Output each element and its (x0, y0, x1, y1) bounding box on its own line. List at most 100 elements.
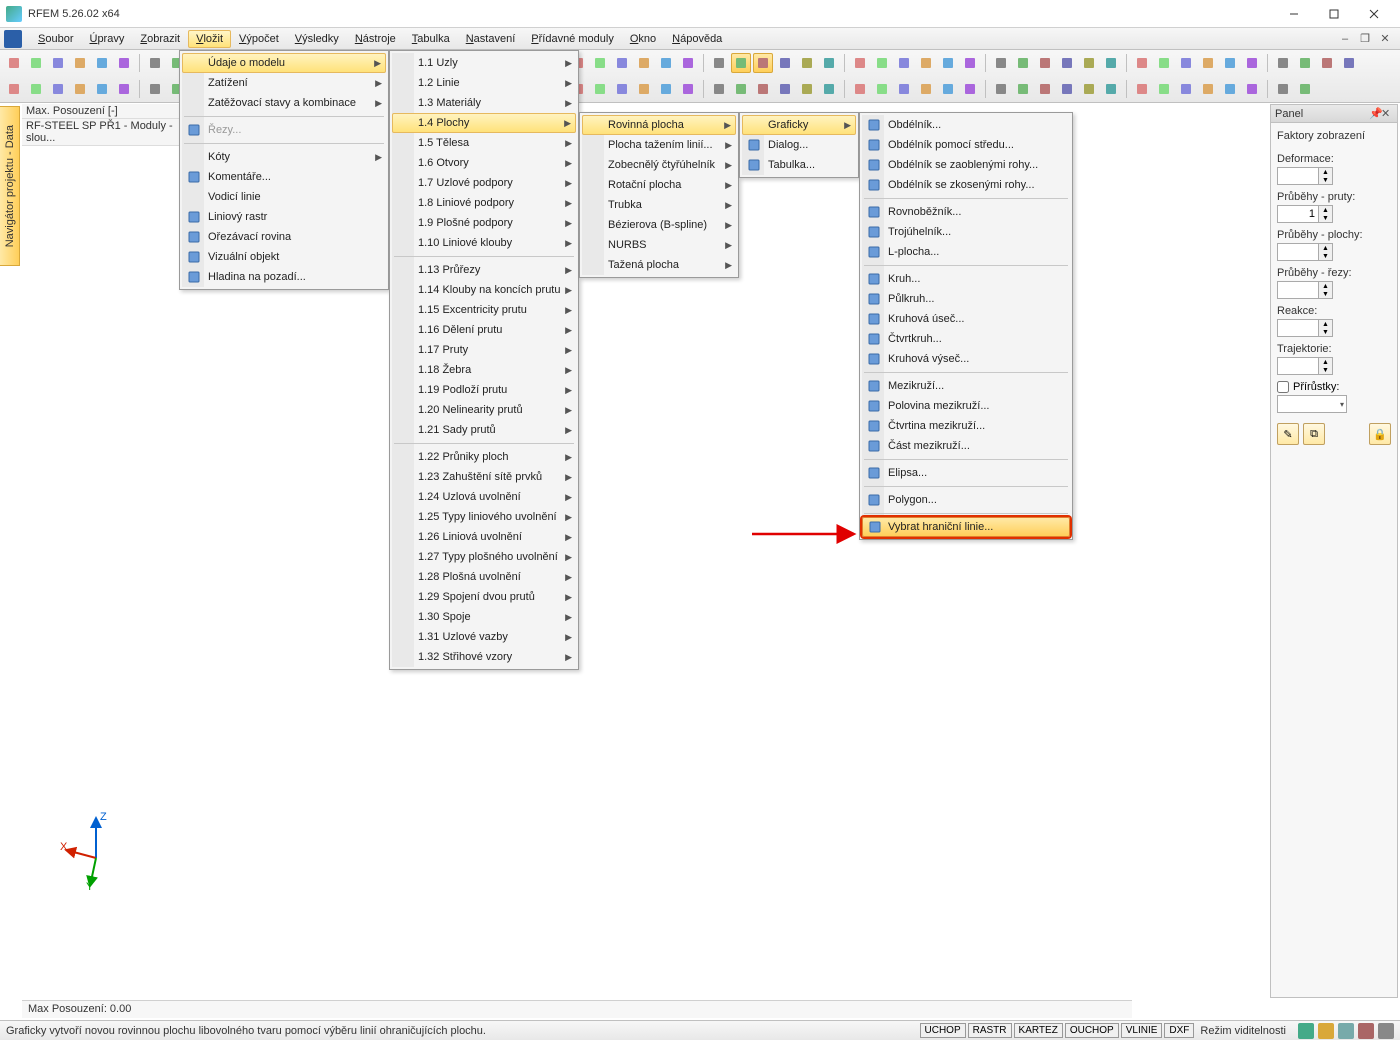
menu-item-1-9-plo-n-podpory[interactable]: 1.9 Plošné podpory▶ (392, 213, 576, 233)
menu-item-kruh[interactable]: Kruh... (862, 269, 1070, 289)
menu-item-o-ez-vac-rovina[interactable]: Ořezávací rovina (182, 227, 386, 247)
toolbar-btn-tb1-42[interactable] (991, 53, 1011, 73)
menu-item-liniov-rastr[interactable]: Liniový rastr (182, 207, 386, 227)
menu-item-1-1-uzly[interactable]: 1.1 Uzly▶ (392, 53, 576, 73)
pruty-spin[interactable]: ▲▼ (1277, 205, 1391, 223)
menu-item-1-30-spoje[interactable]: 1.30 Spoje▶ (392, 607, 576, 627)
menu-item-1-14-klouby-na-konc-ch-prutu[interactable]: 1.14 Klouby na koncích prutu▶ (392, 280, 576, 300)
menu-item-obd-ln-k-se-zkosen-mi-rohy[interactable]: Obdélník se zkosenými rohy... (862, 175, 1070, 195)
status-icon-1[interactable] (1298, 1023, 1314, 1039)
toolbar-btn-tb1-4[interactable] (92, 53, 112, 73)
prirustky-check[interactable]: Přírůstky: (1277, 381, 1391, 393)
menu-item-tvrtina-mezikru[interactable]: Čtvrtina mezikruží... (862, 416, 1070, 436)
menu-item-1-20-nelinearity-prut[interactable]: 1.20 Nelinearity prutů▶ (392, 400, 576, 420)
toolbar-btn-tb2-4[interactable] (92, 79, 112, 99)
menu-item-obd-ln-k-pomoc-st-edu[interactable]: Obdélník pomocí středu... (862, 135, 1070, 155)
toolbar-btn-tb2-54[interactable] (1273, 79, 1293, 99)
trajektorie-input[interactable] (1277, 357, 1319, 375)
toolbar-btn-tb1-0[interactable] (4, 53, 24, 73)
menu-item-p-lkruh[interactable]: Půlkruh... (862, 289, 1070, 309)
toolbar-btn-tb1-26[interactable] (612, 53, 632, 73)
pruty-input[interactable] (1277, 205, 1319, 223)
toolbar-btn-tb2-30[interactable] (709, 79, 729, 99)
menu-nastaven-[interactable]: Nastavení (458, 30, 524, 48)
menu-item-vybrat-hrani-n-linie[interactable]: Vybrat hraniční linie... (862, 517, 1070, 537)
menu-item-1-22-pr-niky-ploch[interactable]: 1.22 Průniky ploch▶ (392, 447, 576, 467)
status-chip-kartez[interactable]: KARTEZ (1014, 1023, 1063, 1038)
toolbar-btn-tb2-25[interactable] (590, 79, 610, 99)
menu-item-1-31-uzlov-vazby[interactable]: 1.31 Uzlové vazby▶ (392, 627, 576, 647)
menu-item-l-plocha[interactable]: L-plocha... (862, 242, 1070, 262)
panel-btn-1[interactable]: ✎ (1277, 423, 1299, 445)
toolbar-btn-tb2-48[interactable] (1132, 79, 1152, 99)
toolbar-btn-tb1-54[interactable] (1273, 53, 1293, 73)
menu-item-k-ty[interactable]: Kóty▶ (182, 147, 386, 167)
menu-item-zat-ovac-stavy-a-kombinace[interactable]: Zatěžovací stavy a kombinace▶ (182, 93, 386, 113)
menu-item-1-7-uzlov-podpory[interactable]: 1.7 Uzlové podpory▶ (392, 173, 576, 193)
status-chip-uchop[interactable]: UCHOP (920, 1023, 966, 1038)
status-chip-ouchop[interactable]: OUCHOP (1065, 1023, 1119, 1038)
toolbar-btn-tb1-57[interactable] (1339, 53, 1359, 73)
toolbar-btn-tb2-52[interactable] (1220, 79, 1240, 99)
menu-item-nurbs[interactable]: NURBS▶ (582, 235, 736, 255)
menu-item-1-19-podlo-prutu[interactable]: 1.19 Podloží prutu▶ (392, 380, 576, 400)
toolbar-btn-tb2-42[interactable] (991, 79, 1011, 99)
mdi-minimize-icon[interactable]: – (1338, 32, 1352, 46)
toolbar-btn-tb1-44[interactable] (1035, 53, 1055, 73)
toolbar-btn-tb1-32[interactable] (753, 53, 773, 73)
menu-item-rovnob-n-k[interactable]: Rovnoběžník... (862, 202, 1070, 222)
menu-item-1-5-t-lesa[interactable]: 1.5 Tělesa▶ (392, 133, 576, 153)
toolbar-btn-tb1-48[interactable] (1132, 53, 1152, 73)
toolbar-btn-tb1-47[interactable] (1101, 53, 1121, 73)
toolbar-btn-tb1-3[interactable] (70, 53, 90, 73)
reakce-spin[interactable]: ▲▼ (1277, 319, 1391, 337)
toolbar-btn-tb1-46[interactable] (1079, 53, 1099, 73)
menu-item-1-24-uzlov-uvoln-n[interactable]: 1.24 Uzlová uvolnění▶ (392, 487, 576, 507)
toolbar-btn-tb2-2[interactable] (48, 79, 68, 99)
menu-item-1-23-zahu-t-n-s-t-prvk[interactable]: 1.23 Zahuštění sítě prvků▶ (392, 467, 576, 487)
toolbar-btn-tb2-43[interactable] (1013, 79, 1033, 99)
toolbar-btn-tb1-56[interactable] (1317, 53, 1337, 73)
menu-item-dialog[interactable]: Dialog... (742, 135, 856, 155)
toolbar-btn-tb1-53[interactable] (1242, 53, 1262, 73)
toolbar-btn-tb2-49[interactable] (1154, 79, 1174, 99)
toolbar-btn-tb2-36[interactable] (850, 79, 870, 99)
maximize-button[interactable] (1314, 1, 1354, 27)
toolbar-btn-tb2-34[interactable] (797, 79, 817, 99)
toolbar-btn-tb1-39[interactable] (916, 53, 936, 73)
menu-item-1-26-liniov-uvoln-n[interactable]: 1.26 Liniová uvolnění▶ (392, 527, 576, 547)
toolbar-btn-tb1-41[interactable] (960, 53, 980, 73)
toolbar-btn-tb1-25[interactable] (590, 53, 610, 73)
app-menu-icon[interactable] (4, 30, 22, 48)
navigator-tab[interactable]: Navigátor projektu - Data (0, 106, 20, 266)
menu-item-kruhov-se[interactable]: Kruhová úseč... (862, 309, 1070, 329)
trajektorie-spin[interactable]: ▲▼ (1277, 357, 1391, 375)
deformace-spin[interactable]: ▲▼ (1277, 167, 1391, 185)
plochy-spin[interactable]: ▲▼ (1277, 243, 1391, 261)
menu-item-zat-en[interactable]: Zatížení▶ (182, 73, 386, 93)
menu-item-daje-o-modelu[interactable]: Údaje o modelu▶ (182, 53, 386, 73)
toolbar-btn-tb2-53[interactable] (1242, 79, 1262, 99)
toolbar-btn-tb1-37[interactable] (872, 53, 892, 73)
toolbar-btn-tb1-31[interactable] (731, 53, 751, 73)
menu-item-vodic-linie[interactable]: Vodicí linie (182, 187, 386, 207)
toolbar-btn-tb1-28[interactable] (656, 53, 676, 73)
status-icon-3[interactable] (1338, 1023, 1354, 1039)
menu-item-obd-ln-k-se-zaoblen-mi-rohy[interactable]: Obdélník se zaoblenými rohy... (862, 155, 1070, 175)
toolbar-btn-tb2-55[interactable] (1295, 79, 1315, 99)
rezy-spin[interactable]: ▲▼ (1277, 281, 1391, 299)
toolbar-btn-tb2-40[interactable] (938, 79, 958, 99)
menu-item-1-13-pr-ezy[interactable]: 1.13 Průřezy▶ (392, 260, 576, 280)
status-icon-5[interactable] (1378, 1023, 1394, 1039)
menu-item-mezikru[interactable]: Mezikruží... (862, 376, 1070, 396)
menu-item-b-zierova-b-spline[interactable]: Bézierova (B-spline)▶ (582, 215, 736, 235)
menu-item-1-32-st-ihov-vzory[interactable]: 1.32 Střihové vzory▶ (392, 647, 576, 667)
toolbar-btn-tb2-50[interactable] (1176, 79, 1196, 99)
toolbar-btn-tb1-2[interactable] (48, 53, 68, 73)
menu-item-graficky[interactable]: Graficky▶ (742, 115, 856, 135)
toolbar-btn-tb1-50[interactable] (1176, 53, 1196, 73)
menu-tabulka[interactable]: Tabulka (404, 30, 458, 48)
status-chip-vlinie[interactable]: VLINIE (1121, 1023, 1163, 1038)
toolbar-btn-tb1-5[interactable] (114, 53, 134, 73)
menu-item-ta-en-plocha[interactable]: Tažená plocha▶ (582, 255, 736, 275)
